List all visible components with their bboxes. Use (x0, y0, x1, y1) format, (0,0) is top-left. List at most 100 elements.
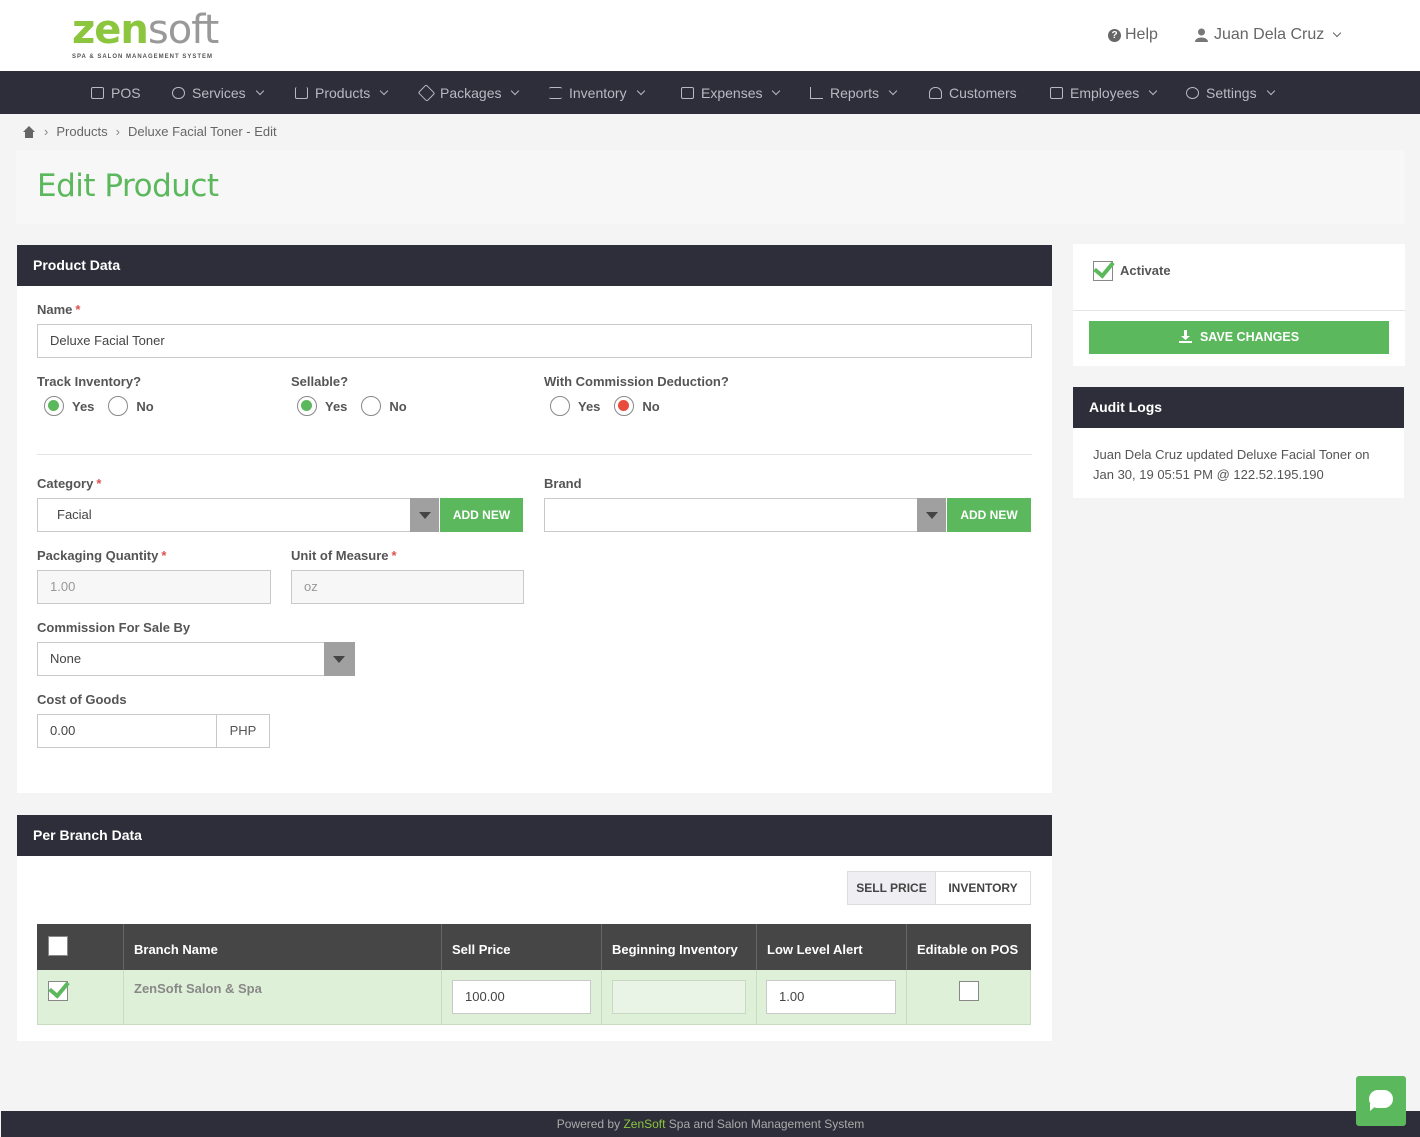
home-icon[interactable] (22, 125, 36, 138)
unit-of-measure-input[interactable]: oz (291, 570, 524, 604)
activate-checkbox[interactable] (1093, 261, 1113, 281)
footer: Powered by ZenSoft Spa and Salon Managem… (1, 1111, 1420, 1137)
sell-price-input[interactable]: 100.00 (452, 980, 591, 1014)
column-header-low-level-alert: Low Level Alert (757, 924, 907, 970)
nav-item-customers[interactable]: Customers (929, 71, 1017, 114)
category-label: Category * (37, 476, 102, 491)
tags-icon (417, 83, 436, 102)
column-header-branch-name: Branch Name (124, 924, 442, 970)
radio-label-yes: Yes (325, 398, 348, 414)
breadcrumb-separator: › (115, 124, 120, 139)
nav-item-expenses[interactable]: Expenses (681, 71, 781, 114)
help-label: Help (1125, 26, 1158, 43)
beginning-inventory-input[interactable] (612, 980, 746, 1014)
packaging-quantity-input[interactable]: 1.00 (37, 570, 271, 604)
page-title: Edit Product (37, 168, 219, 204)
footer-prefix: Powered by (556, 1117, 624, 1131)
beginning-inventory-cell (602, 970, 757, 1025)
list-icon (549, 86, 562, 99)
sellable-no-radio[interactable] (361, 396, 382, 416)
commission-for-sale-select[interactable]: None (37, 642, 325, 676)
tab-inventory[interactable]: INVENTORY (936, 871, 1031, 905)
nav-item-services[interactable]: Services (172, 71, 264, 114)
audit-log-entry: Juan Dela Cruz updated Deluxe Facial Ton… (1093, 445, 1370, 485)
select-all-checkbox[interactable] (48, 936, 68, 956)
user-menu[interactable]: Juan Dela Cruz (1195, 26, 1342, 44)
nav-label: Inventory (569, 84, 627, 101)
save-changes-button[interactable]: SAVE CHANGES (1089, 321, 1389, 354)
nav-label: Reports (830, 84, 880, 101)
track-inventory-yes-radio[interactable] (44, 396, 64, 416)
nav-label: Products (315, 84, 371, 101)
nav-item-employees[interactable]: Employees (1050, 71, 1158, 114)
download-icon (1178, 330, 1192, 343)
footer-suffix: Spa and Salon Management System (665, 1117, 865, 1131)
nav-label: Services (192, 84, 246, 101)
brand-add-new-button[interactable]: ADD NEW (947, 498, 1031, 532)
logo-tagline: SPA & SALON MANAGEMENT SYSTEM (72, 54, 214, 60)
row-select-checkbox[interactable] (48, 981, 68, 1001)
help-link[interactable]: ? Help (1108, 26, 1158, 44)
brand-select[interactable] (544, 498, 918, 532)
users-icon (929, 86, 942, 99)
nav-label: Employees (1070, 84, 1140, 101)
commission-deduction-no-radio[interactable] (614, 396, 635, 416)
breadcrumb-products[interactable]: Products (56, 124, 107, 139)
sell-price-cell: 100.00 (442, 970, 602, 1025)
sellable-radios: Yes No (297, 396, 415, 416)
nav-item-pos[interactable]: POS (91, 71, 141, 114)
nav-item-inventory[interactable]: Inventory (549, 71, 645, 114)
name-input[interactable]: Deluxe Facial Toner (37, 324, 1032, 358)
nav-item-products[interactable]: Products (295, 71, 389, 114)
chevron-down-icon (255, 86, 264, 95)
radio-label-yes: Yes (578, 398, 601, 414)
nav-label: Packages (440, 84, 502, 101)
name-label: Name * (37, 302, 81, 317)
user-icon (1195, 28, 1208, 42)
per-branch-data-header: Per Branch Data (17, 815, 1052, 856)
divider (37, 454, 1032, 455)
zensoft-logo[interactable]: zensoft SPA & SALON MANAGEMENT SYSTEM (72, 10, 222, 64)
gear-icon (1186, 86, 1199, 99)
low-level-alert-input[interactable]: 1.00 (766, 980, 896, 1014)
hand-icon (172, 86, 185, 99)
nav-item-settings[interactable]: Settings (1186, 71, 1275, 114)
chevron-down-icon (511, 86, 520, 95)
commission-deduction-yes-radio[interactable] (550, 396, 570, 416)
row-select-cell (37, 970, 124, 1025)
nav-item-packages[interactable]: Packages (417, 71, 520, 114)
chat-icon[interactable] (1356, 1076, 1406, 1126)
nav-label: Expenses (701, 84, 763, 101)
branch-name-cell: ZenSoft Salon & Spa (124, 970, 442, 1025)
editable-on-pos-checkbox[interactable] (959, 981, 979, 1001)
commission-dropdown-arrow-icon[interactable] (324, 642, 355, 676)
track-inventory-no-radio[interactable] (108, 396, 129, 416)
nav-label: POS (111, 84, 141, 101)
radio-label-no: No (642, 398, 660, 414)
sellable-yes-radio[interactable] (297, 396, 317, 416)
category-dropdown-arrow-icon[interactable] (410, 498, 439, 532)
chevron-down-icon (380, 86, 389, 95)
bar-chart-icon (810, 86, 823, 99)
brand-dropdown-arrow-icon[interactable] (917, 498, 946, 532)
chevron-down-icon (1333, 28, 1342, 38)
breadcrumb: › Products › Deluxe Facial Toner - Edit (22, 124, 277, 139)
currency-addon: PHP (216, 714, 270, 748)
nav-label: Customers (949, 84, 1017, 101)
nav-item-reports[interactable]: Reports (810, 71, 898, 114)
column-header-sell-price: Sell Price (442, 924, 602, 970)
category-add-new-button[interactable]: ADD NEW (440, 498, 523, 532)
tab-sell-price[interactable]: SELL PRICE (847, 871, 936, 905)
chevron-down-icon (636, 86, 645, 95)
footer-brand-link[interactable]: ZenSoft (623, 1117, 665, 1131)
cost-of-goods-input[interactable]: 0.00 (37, 714, 217, 748)
category-select[interactable]: Facial (37, 498, 411, 532)
cart-icon (295, 86, 308, 99)
radio-label-yes: Yes (72, 398, 95, 414)
user-name: Juan Dela Cruz (1214, 26, 1325, 43)
track-inventory-radios: Yes No (44, 396, 162, 416)
commission-for-sale-label: Commission For Sale By (37, 620, 191, 635)
breadcrumb-current: Deluxe Facial Toner - Edit (128, 124, 277, 139)
activate-label: Activate (1120, 263, 1171, 278)
column-header-select (37, 924, 124, 970)
